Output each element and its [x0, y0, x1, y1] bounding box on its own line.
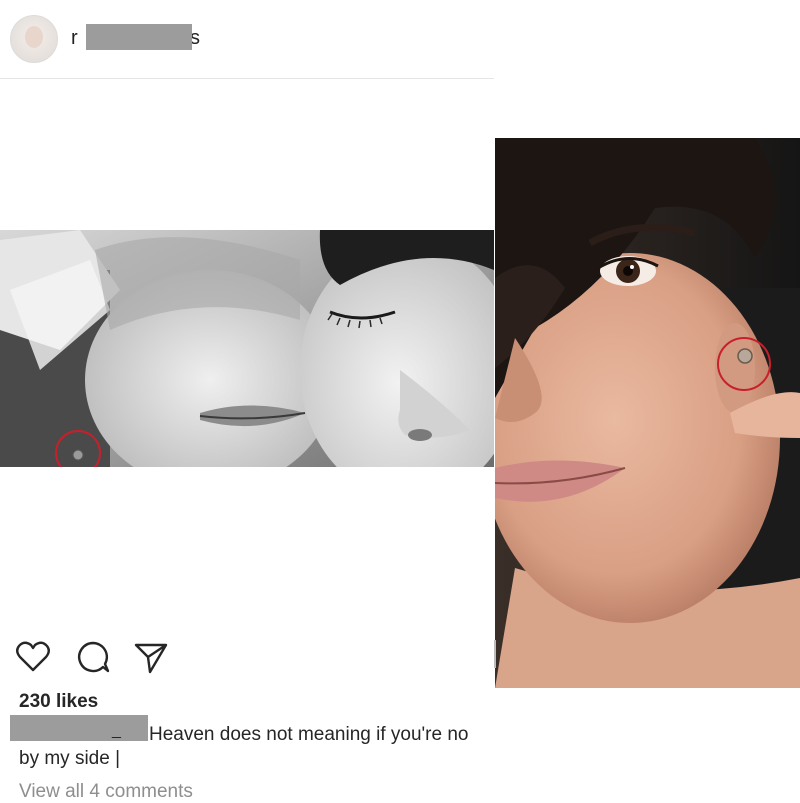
username-redaction: [86, 24, 192, 50]
avatar[interactable]: [10, 15, 58, 63]
caption-underscore: _: [112, 722, 121, 739]
bw-post-photo[interactable]: [0, 230, 494, 467]
avatar-face: [25, 26, 43, 48]
divider: [494, 640, 496, 668]
caption-text: Heaven does not meaning if you're no: [149, 724, 469, 745]
post-header: r s: [0, 0, 494, 79]
post-actions: [14, 638, 184, 676]
color-selfie-photo[interactable]: [495, 138, 800, 688]
caption-text-line2: by my side |: [19, 748, 121, 769]
caption-username-redaction: [10, 715, 148, 741]
likes-count[interactable]: 230 likes: [19, 691, 98, 713]
comment-icon[interactable]: [74, 638, 112, 676]
share-icon[interactable]: [132, 638, 170, 676]
heart-icon[interactable]: [14, 638, 52, 676]
username-start[interactable]: r: [71, 27, 78, 50]
